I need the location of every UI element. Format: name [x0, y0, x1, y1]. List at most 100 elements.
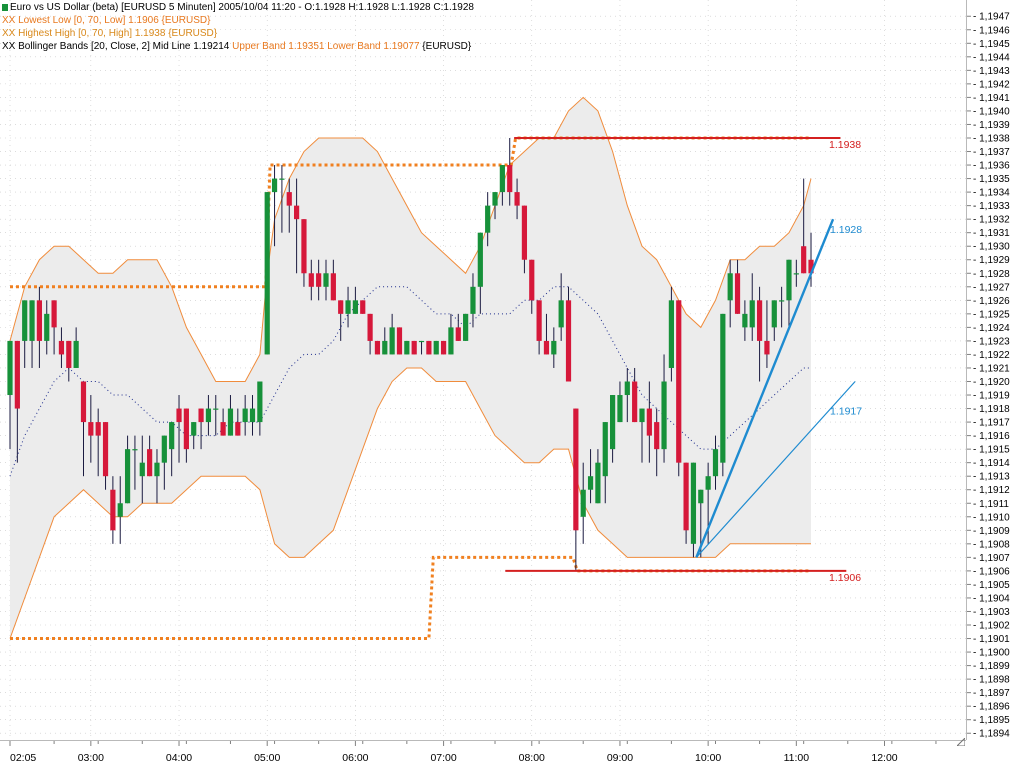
candle-bull [382, 340, 388, 355]
candle-bull [587, 476, 594, 490]
candle-bull [323, 273, 329, 287]
legend-lowest-low[interactable]: XX Lowest Low [0, 70, Low] 1.1906 {EURUS… [2, 14, 474, 27]
price-tick-label: - 1,1902 [973, 621, 1010, 632]
candle-bear [507, 165, 513, 193]
candle-bull [690, 462, 697, 544]
candle-bear [565, 300, 572, 382]
candle-bull [264, 192, 270, 355]
price-tick-label: - 1,1942 [973, 79, 1010, 90]
time-axis-labels: 02:05 03:00 04:00 05:00 06:00 07:00 08:00 09:00… [9, 741, 937, 764]
price-tick-label: - 1,1920 [973, 377, 1010, 388]
candle-bear [183, 408, 189, 450]
candle-bull [602, 422, 608, 477]
candle-bull [433, 340, 439, 355]
trend-line-label: 1.1928 [830, 224, 862, 236]
price-tick-label: - 1,1933 [973, 201, 1010, 212]
bull-bear-icon [2, 4, 8, 11]
time-tick-label: 07:00 [430, 752, 456, 764]
candle-bull [213, 408, 219, 410]
price-tick-label: - 1,1936 [973, 161, 1010, 172]
candle-bull [771, 300, 777, 328]
candle-bear [676, 300, 682, 463]
candle-bear [801, 246, 807, 274]
candle-bull [595, 462, 601, 504]
candle-bear [734, 273, 741, 314]
candle-bull [191, 422, 197, 436]
candle-bear [110, 489, 116, 531]
price-tick-label: - 1,1924 [973, 323, 1010, 334]
price-tick-label: - 1,1938 [973, 133, 1010, 144]
candle-bear [88, 422, 94, 436]
candle-bear [360, 300, 366, 314]
candle-bull [154, 462, 160, 477]
candle-bull [470, 286, 476, 314]
price-tick-label: - 1,1929 [973, 255, 1010, 266]
time-tick-label: 12:00 [871, 752, 897, 764]
candle-bear [683, 462, 689, 531]
candle-bull [624, 381, 630, 396]
price-tick-label: - 1,1935 [973, 174, 1010, 185]
candle-bull [610, 395, 616, 450]
candle-bull [786, 259, 792, 301]
price-tick-label: - 1,1895 [973, 715, 1010, 726]
candle-bear [514, 192, 520, 206]
time-tick-label: 09:00 [607, 752, 633, 764]
candle-bull [463, 313, 469, 341]
resize-grip-icon[interactable] [955, 733, 966, 747]
price-tick-label: - 1,1947 [973, 12, 1010, 23]
price-tick-label: - 1,1922 [973, 350, 1010, 361]
candle-bull [499, 165, 505, 193]
price-tick-label: - 1,1937 [973, 147, 1010, 158]
candle-bull [117, 503, 123, 517]
candle-bull [661, 381, 667, 450]
candle-bull [793, 273, 799, 275]
time-tick-label: 08:00 [519, 752, 545, 764]
candle-bear [573, 408, 579, 531]
price-tick-label: - 1,1945 [973, 39, 1010, 50]
candle-bear [396, 327, 403, 355]
candle-bear [521, 205, 528, 260]
candle-bull [727, 273, 733, 301]
legend-highest-high[interactable]: XX Highest High [0, 70, High] 1.1938 {EU… [2, 27, 474, 40]
price-tick-label: - 1,1896 [973, 702, 1010, 713]
price-axis-labels: - 1,1947 - 1,1946 - 1,1945 - 1,1944 - 1,1943… [967, 12, 1010, 740]
price-tick-label: - 1,1916 [973, 431, 1010, 442]
price-tick-label: - 1,1908 [973, 539, 1010, 550]
candle-bull [558, 300, 564, 328]
price-tick-label: - 1,1904 [973, 593, 1010, 604]
legend-bollinger[interactable]: XX Bollinger Bands [20, Close, 2] Mid Li… [2, 40, 474, 53]
candle-bull [132, 449, 138, 451]
legend-bollinger-mid: XX Bollinger Bands [20, Close, 2] Mid Li… [2, 41, 233, 52]
legend-bollinger-symbol: {EURUSD} [419, 41, 472, 52]
candle-bear [654, 422, 660, 450]
chart-legend: Euro vs US Dollar (beta) [EURUSD 5 Minut… [2, 1, 474, 53]
candle-bull [477, 232, 483, 287]
price-chart[interactable]: 1.1938 1.1906 1.1928 1.1917 [0, 0, 966, 740]
candle-bear [14, 340, 20, 409]
candle-bear [147, 449, 153, 477]
price-tick-label: - 1,1911 [973, 499, 1009, 510]
candle-bull [749, 300, 755, 328]
legend-symbol-text: Euro vs US Dollar (beta) [EURUSD 5 Minut… [10, 2, 474, 13]
candle-bear [102, 422, 109, 477]
price-tick-label: - 1,1910 [973, 512, 1010, 523]
price-tick-label: - 1,1927 [973, 282, 1010, 293]
price-tick-label: - 1,1912 [973, 485, 1010, 496]
candle-bear [58, 340, 65, 355]
price-tick-label: - 1,1943 [973, 66, 1010, 77]
time-axis[interactable]: 02:05 03:00 04:00 05:00 06:00 07:00 08:00 09:00… [0, 740, 966, 769]
chart-canvas[interactable]: 1.1938 1.1906 1.1928 1.1917 [0, 0, 966, 740]
candle-bull [639, 408, 645, 423]
price-axis[interactable]: - 1,1947 - 1,1946 - 1,1945 - 1,1944 - 1,1943… [966, 0, 1024, 740]
candle-bull [389, 327, 395, 355]
price-tick-label: - 1,1919 [973, 391, 1010, 402]
price-tick-label: - 1,1913 [973, 472, 1010, 483]
price-tick-label: - 1,1931 [973, 228, 1010, 239]
horizontal-line-label: 1.1906 [829, 572, 861, 584]
candle-bear [455, 327, 461, 341]
candle-bull [139, 462, 145, 477]
candle-bear [176, 408, 182, 423]
candle-bear [80, 381, 87, 423]
price-tick-label: - 1,1907 [973, 553, 1010, 564]
candle-bull [242, 408, 248, 423]
